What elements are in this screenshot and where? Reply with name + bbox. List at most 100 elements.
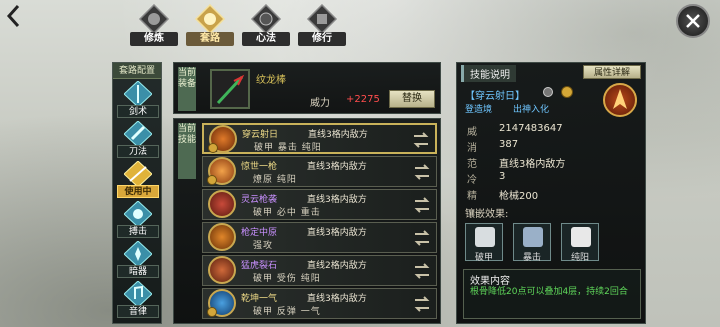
skill-range: 直线3格内敌方 bbox=[307, 162, 367, 172]
skill-range: 直线3格内敌方 bbox=[307, 195, 367, 205]
equipment-slot[interactable] bbox=[210, 69, 250, 109]
swap-icon[interactable] bbox=[412, 228, 432, 248]
stat-label: 范 bbox=[467, 159, 477, 170]
pure-yang-icon bbox=[571, 227, 591, 247]
equipment-name: 纹龙棒 bbox=[256, 75, 286, 86]
stat-row: 精 枪械200 bbox=[467, 187, 538, 202]
routine-config-nav: 套路配置 剑术 刀法 使用中 搏击 暗器 音律 bbox=[112, 62, 162, 324]
spear-icon bbox=[124, 161, 152, 187]
skill-name: 乾坤一气 bbox=[241, 294, 278, 304]
tab-label: 修行 bbox=[298, 32, 346, 46]
equipment-panel: 当前装备 纹龙棒 威力 +2275 替换 bbox=[173, 62, 441, 114]
skill-icon bbox=[208, 256, 236, 284]
nav-item-blade[interactable]: 刀法 bbox=[115, 121, 161, 159]
power-label: 威力 bbox=[310, 98, 330, 109]
nav-label: 搏击 bbox=[117, 225, 159, 238]
skill-icon bbox=[208, 190, 236, 218]
close-button[interactable] bbox=[676, 4, 710, 38]
nav-item-hidden-weapon[interactable]: 暗器 bbox=[115, 241, 161, 279]
nav-label: 音律 bbox=[117, 305, 159, 318]
skill-name: 灵云枪袭 bbox=[241, 195, 278, 205]
effect-box: 效果内容 根骨降低20点可以叠加4层，持续2回合 bbox=[463, 269, 641, 319]
stat-row: 威 2147483647 bbox=[467, 123, 563, 138]
nav-item-fist[interactable]: 搏击 bbox=[115, 201, 161, 239]
skills-tag: 当前技能 bbox=[178, 123, 196, 179]
effect-title: 效果内容 bbox=[470, 276, 510, 287]
attribute-detail-button[interactable]: 属性详解 bbox=[583, 65, 641, 79]
nav-item-sword[interactable]: 剑术 bbox=[115, 81, 161, 119]
skill-row[interactable]: 猛虎裂石 直线2格内敌方 破甲 受伤 纯阳 bbox=[202, 255, 437, 286]
skills-panel: 当前技能 穿云射日 直线3格内敌方 破甲 暴击 纯阳 惊世一枪 直线3格内敌方 … bbox=[173, 118, 441, 324]
fist-icon bbox=[124, 201, 152, 227]
sword-icon bbox=[124, 81, 152, 107]
skill-icon bbox=[208, 223, 236, 251]
skill-row[interactable]: 灵云枪袭 直线3格内敌方 破甲 必中 重击 bbox=[202, 189, 437, 220]
stat-value: 2147483647 bbox=[499, 123, 563, 134]
stat-label: 冷 bbox=[467, 175, 477, 186]
nav-label: 使用中 bbox=[117, 185, 159, 198]
inlay-label: 破甲 bbox=[474, 253, 493, 263]
skill-range: 直线3格内敌方 bbox=[307, 294, 367, 304]
tab-label: 修炼 bbox=[130, 32, 178, 46]
skill-tags: 强攻 bbox=[253, 241, 274, 251]
lock-icon bbox=[561, 86, 573, 98]
detail-title: 技能说明 bbox=[461, 65, 516, 82]
tab-mind-art[interactable]: 心法 bbox=[242, 4, 290, 46]
skill-tags: 破甲 必中 重击 bbox=[253, 208, 321, 218]
lock-icon bbox=[208, 143, 218, 153]
lock-icon bbox=[207, 175, 217, 185]
nav-label: 刀法 bbox=[117, 145, 159, 158]
inlay-label: 纯阳 bbox=[570, 253, 589, 263]
replace-button[interactable]: 替换 bbox=[389, 90, 435, 108]
nav-item-spear[interactable]: 使用中 bbox=[115, 161, 161, 199]
inlay-title: 镶嵌效果: bbox=[465, 209, 509, 220]
stat-row: 范 直线3格内敌方 bbox=[467, 155, 565, 170]
swap-icon[interactable] bbox=[412, 261, 432, 281]
spear-tip-icon bbox=[613, 89, 627, 109]
swap-icon[interactable] bbox=[412, 195, 432, 215]
detail-skill-name: 【穿云射日】 bbox=[465, 91, 525, 102]
inlay-slot[interactable]: 暴击 bbox=[513, 223, 551, 263]
lock-icon bbox=[207, 307, 217, 317]
skill-row[interactable]: 枪定中原 直线3格内敌方 强攻 bbox=[202, 222, 437, 253]
skill-tags: 破甲 反弹 一气 bbox=[253, 307, 321, 317]
toggle-icon[interactable] bbox=[543, 87, 553, 97]
swap-icon[interactable] bbox=[411, 130, 431, 150]
skill-row[interactable]: 乾坤一气 直线3格内敌方 破甲 反弹 一气 bbox=[202, 288, 437, 319]
top-tab-bar: 修炼 套路 心法 修行 bbox=[130, 4, 346, 46]
tab-practice[interactable]: 修行 bbox=[298, 4, 346, 46]
nav-label: 剑术 bbox=[117, 105, 159, 118]
skill-row[interactable]: 穿云射日 直线3格内敌方 破甲 暴击 纯阳 bbox=[202, 123, 437, 154]
cultivate-emblem-icon bbox=[138, 4, 170, 34]
skill-name: 惊世一枪 bbox=[241, 162, 278, 172]
staff-icon bbox=[216, 74, 245, 105]
skill-tags: 燎原 纯阳 bbox=[253, 175, 297, 185]
stat-label: 消 bbox=[467, 143, 477, 154]
stat-label: 精 bbox=[467, 191, 477, 202]
swap-icon[interactable] bbox=[412, 294, 432, 314]
inlay-slot[interactable]: 纯阳 bbox=[561, 223, 599, 263]
swap-icon[interactable] bbox=[412, 162, 432, 182]
nav-item-music[interactable]: 音律 bbox=[115, 281, 161, 319]
critical-strike-icon bbox=[523, 227, 543, 247]
inlay-label: 暴击 bbox=[522, 253, 541, 263]
stat-row: 冷 3 bbox=[467, 171, 505, 186]
detail-realm: 登造境 bbox=[465, 105, 493, 115]
skill-range: 直线3格内敌方 bbox=[308, 130, 368, 140]
mind-art-emblem-icon bbox=[250, 4, 282, 34]
stat-row: 消 387 bbox=[467, 139, 518, 154]
power-value: +2275 bbox=[346, 94, 380, 105]
skill-tags: 破甲 暴击 纯阳 bbox=[254, 143, 322, 153]
tab-routine[interactable]: 套路 bbox=[186, 4, 234, 46]
music-icon bbox=[124, 281, 152, 307]
skill-row[interactable]: 惊世一枪 直线3格内敌方 燎原 纯阳 bbox=[202, 156, 437, 187]
skill-name: 穿云射日 bbox=[242, 130, 279, 140]
stat-value: 3 bbox=[499, 171, 506, 182]
inlay-slot[interactable]: 破甲 bbox=[465, 223, 503, 263]
detail-state: 出神入化 bbox=[513, 105, 550, 115]
stat-label: 威 bbox=[467, 127, 477, 138]
tab-cultivate[interactable]: 修炼 bbox=[130, 4, 178, 46]
stat-value: 387 bbox=[499, 139, 519, 150]
armor-break-icon bbox=[475, 227, 495, 247]
back-icon[interactable] bbox=[4, 3, 26, 29]
